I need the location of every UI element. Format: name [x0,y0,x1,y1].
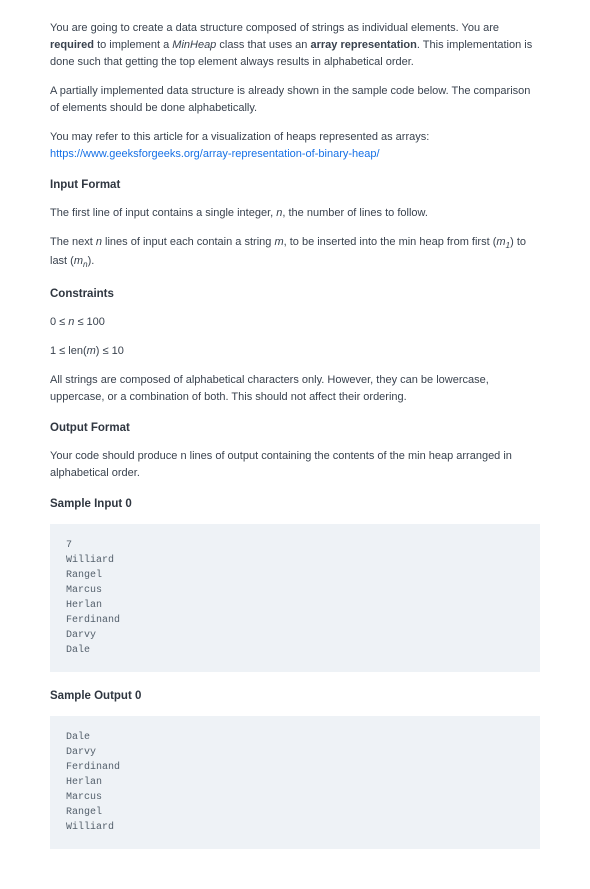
text: The next [50,236,96,248]
text: You are going to create a data structure… [50,22,499,34]
var-m1: m1 [496,236,510,248]
text: ) ≤ 10 [96,345,124,357]
constraint-1: 0 ≤ n ≤ 100 [50,314,540,331]
text: , the number of lines to follow. [282,207,428,219]
intro-paragraph-1: You are going to create a data structure… [50,20,540,71]
input-format-p1: The first line of input contains a singl… [50,205,540,222]
text: ≤ 100 [74,316,105,328]
problem-statement: You are going to create a data structure… [0,0,590,889]
minheap-italic: MinHeap [172,39,216,51]
text: You may refer to this article for a visu… [50,131,429,143]
constraints-heading: Constraints [50,286,540,304]
intro-paragraph-3: You may refer to this article for a visu… [50,129,540,163]
text: ). [88,255,95,267]
var-m: m [87,345,96,357]
text: The first line of input contains a singl… [50,207,276,219]
text: class that uses an [216,39,310,51]
var-m: m [274,236,283,248]
constraint-3: All strings are composed of alphabetical… [50,372,540,406]
array-rep-bold: array representation [310,39,416,51]
sample-output-0-block: Dale Darvy Ferdinand Herlan Marcus Range… [50,716,540,849]
input-format-p2: The next n lines of input each contain a… [50,234,540,272]
required-bold: required [50,39,94,51]
text: 0 ≤ [50,316,68,328]
constraint-2: 1 ≤ len(m) ≤ 10 [50,343,540,360]
output-format-p1: Your code should produce n lines of outp… [50,448,540,482]
input-format-heading: Input Format [50,177,540,195]
sample-input-0-heading: Sample Input 0 [50,496,540,514]
sample-input-0-block: 7 Williard Rangel Marcus Herlan Ferdinan… [50,524,540,672]
text: 1 ≤ len( [50,345,87,357]
text: , to be inserted into the min heap from … [284,236,497,248]
reference-link[interactable]: https://www.geeksforgeeks.org/array-repr… [50,148,380,160]
intro-paragraph-2: A partially implemented data structure i… [50,83,540,117]
text: to implement a [94,39,172,51]
sample-output-0-heading: Sample Output 0 [50,688,540,706]
text: lines of input each contain a string [102,236,274,248]
output-format-heading: Output Format [50,420,540,438]
var-mn: mn [74,255,88,267]
